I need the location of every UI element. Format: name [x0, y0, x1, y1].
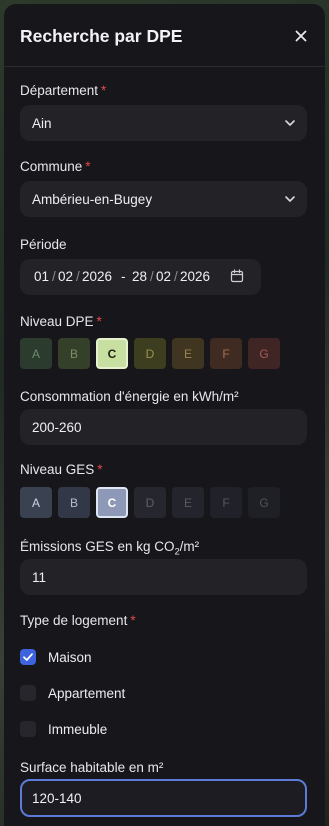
- emissions-label-suffix: /m²: [179, 539, 200, 554]
- consommation-label: Consommation d'énergie en kWh/m²: [20, 389, 239, 404]
- dpe-option-a[interactable]: A: [20, 338, 52, 369]
- dpe-option-e[interactable]: E: [172, 338, 204, 369]
- ges-option-b[interactable]: B: [58, 487, 90, 518]
- dpe-option-d[interactable]: D: [134, 338, 166, 369]
- end-year[interactable]: 2026: [180, 269, 210, 284]
- appartement-checkbox[interactable]: [20, 685, 36, 701]
- commune-label-text: Commune: [20, 159, 83, 174]
- ges-option-c[interactable]: C: [96, 487, 128, 518]
- end-day[interactable]: 28: [132, 269, 147, 284]
- maison-label[interactable]: Maison: [48, 650, 92, 665]
- type-logement-label-text: Type de logement: [20, 613, 128, 628]
- immeuble-label[interactable]: Immeuble: [48, 722, 107, 737]
- consommation-input[interactable]: 200-260: [20, 409, 307, 445]
- departement-value: Ain: [32, 115, 52, 131]
- departement-select[interactable]: Ain: [20, 105, 307, 141]
- emissions-value: 11: [32, 569, 47, 585]
- emissions-label-prefix: Émissions GES en kg CO: [20, 539, 175, 554]
- close-button[interactable]: [289, 24, 313, 48]
- commune-select[interactable]: Ambérieu-en-Bugey: [20, 181, 307, 217]
- niveau-dpe-label-text: Niveau DPE: [20, 314, 94, 329]
- date-range-picker[interactable]: 01 / 02 / 2026 - 28 / 02 / 2026: [20, 259, 261, 295]
- required-marker: *: [130, 613, 136, 628]
- chevron-down-icon: [285, 120, 295, 126]
- surface-value: 120-140: [32, 790, 82, 806]
- departement-label-text: Département: [20, 83, 99, 98]
- surface-label: Surface habitable en m²: [20, 760, 164, 775]
- immeuble-checkbox[interactable]: [20, 721, 36, 737]
- departement-label: Département *: [20, 83, 106, 98]
- maison-checkbox[interactable]: [20, 649, 36, 665]
- date-slash: /: [150, 269, 154, 284]
- range-separator: -: [121, 269, 126, 284]
- checkmark-icon: [23, 653, 33, 661]
- ges-option-g[interactable]: G: [248, 487, 280, 518]
- date-slash: /: [76, 269, 80, 284]
- calendar-icon[interactable]: [230, 269, 244, 283]
- ges-option-a[interactable]: A: [20, 487, 52, 518]
- dpe-option-b[interactable]: B: [58, 338, 90, 369]
- type-logement-label: Type de logement *: [20, 613, 136, 628]
- niveau-ges-label: Niveau GES *: [20, 462, 103, 477]
- appartement-label[interactable]: Appartement: [48, 686, 125, 701]
- niveau-dpe-label: Niveau DPE *: [20, 314, 102, 329]
- close-icon: [295, 30, 307, 42]
- ges-option-f[interactable]: F: [210, 487, 242, 518]
- search-panel: Recherche par DPE Département * Ain Commu…: [4, 4, 325, 826]
- dpe-option-f[interactable]: F: [210, 338, 242, 369]
- date-slash: /: [52, 269, 56, 284]
- commune-value: Ambérieu-en-Bugey: [32, 191, 153, 207]
- ges-option-d[interactable]: D: [134, 487, 166, 518]
- start-month[interactable]: 02: [58, 269, 73, 284]
- chevron-down-icon: [285, 196, 295, 202]
- start-year[interactable]: 2026: [82, 269, 112, 284]
- panel-header: Recherche par DPE: [4, 4, 325, 67]
- date-slash: /: [174, 269, 178, 284]
- commune-label: Commune *: [20, 159, 91, 174]
- required-marker: *: [96, 314, 102, 329]
- required-marker: *: [85, 159, 91, 174]
- emissions-label: Émissions GES en kg CO2/m²: [20, 539, 199, 557]
- required-marker: *: [97, 462, 103, 477]
- start-day[interactable]: 01: [34, 269, 49, 284]
- dpe-option-c[interactable]: C: [96, 338, 128, 369]
- periode-label: Période: [20, 237, 67, 252]
- surface-input[interactable]: 120-140: [20, 779, 307, 817]
- required-marker: *: [101, 83, 107, 98]
- end-month[interactable]: 02: [156, 269, 171, 284]
- niveau-ges-label-text: Niveau GES: [20, 462, 95, 477]
- dpe-option-g[interactable]: G: [248, 338, 280, 369]
- panel-title: Recherche par DPE: [20, 26, 183, 46]
- consommation-value: 200-260: [32, 419, 82, 435]
- ges-option-e[interactable]: E: [172, 487, 204, 518]
- emissions-input[interactable]: 11: [20, 559, 307, 595]
